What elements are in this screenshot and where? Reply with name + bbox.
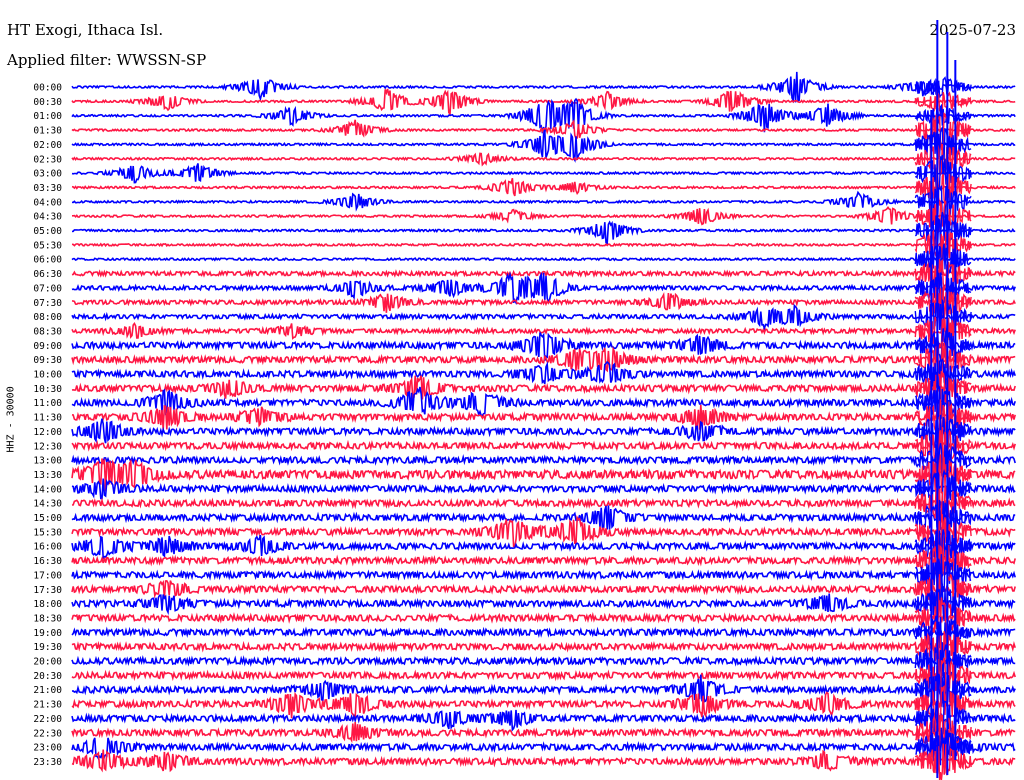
trace-row-1200 [71,418,1016,444]
time-label-0600: 06:00 [33,255,62,266]
time-label-2130: 21:30 [33,700,62,711]
trace-row-2230 [71,721,1016,744]
trace-row-0700 [71,271,1016,306]
trace-row-2130 [71,691,1016,719]
time-label-2000: 20:00 [33,657,62,668]
trace-row-1930 [71,640,1016,653]
trace-row-1430 [71,497,1016,510]
trace-row-1700 [71,568,1016,581]
time-label-1530: 15:30 [33,527,62,538]
time-label-0830: 08:30 [33,326,62,337]
time-label-2030: 20:30 [33,671,62,682]
time-label-0100: 01:00 [33,111,62,122]
time-label-1200: 12:00 [33,427,62,438]
trace-row-1100 [71,386,1016,417]
trace-row-1830 [71,611,1016,625]
trace-row-0400 [71,190,1016,212]
trace-row-2330 [71,749,1016,773]
trace-row-0800 [71,303,1016,332]
time-label-0930: 09:30 [33,355,62,366]
time-label-0430: 04:30 [33,212,62,223]
time-label-0000: 00:00 [33,83,62,94]
time-label-1400: 14:00 [33,484,62,495]
trace-row-1230 [71,439,1016,452]
time-label-0300: 03:00 [33,169,62,180]
time-label-1930: 19:30 [33,642,62,653]
large-event-trace [914,20,972,780]
time-label-0030: 00:30 [33,97,62,108]
time-label-1600: 16:00 [33,542,62,553]
time-label-0130: 01:30 [33,126,62,137]
time-label-0530: 05:30 [33,240,62,251]
trace-row-0730 [71,292,1016,313]
trace-row-0330 [71,178,1016,197]
time-label-0500: 05:00 [33,226,62,237]
trace-row-1800 [71,593,1016,616]
seismogram-traces [71,71,1016,773]
trace-row-0030 [71,88,1016,117]
trace-row-0430 [72,206,1016,226]
trace-row-1500 [71,505,1016,531]
time-label-1700: 17:00 [33,570,62,581]
time-label-1830: 18:30 [33,613,62,624]
trace-row-0230 [71,152,1016,167]
trace-row-0500 [71,220,1016,245]
time-label-0630: 06:30 [33,269,62,280]
time-label-1630: 16:30 [33,556,62,567]
trace-row-2000 [71,655,1016,667]
time-label-0230: 02:30 [33,154,62,165]
trace-row-0530 [71,242,1016,248]
time-label-0200: 02:00 [33,140,62,151]
time-label-1230: 12:30 [33,441,62,452]
time-label-1030: 10:30 [33,384,62,395]
time-label-1100: 11:00 [33,398,62,409]
time-label-1000: 10:00 [33,370,62,381]
time-label-1730: 17:30 [33,585,62,596]
time-label-2330: 23:30 [33,757,62,768]
time-tick-labels: 00:00 00:30 01:00 01:30 02:00 02:30 03:00 03:30… [33,83,62,768]
time-label-1330: 13:30 [33,470,62,481]
time-label-0400: 04:00 [33,197,62,208]
trace-row-1300 [71,453,1016,467]
time-label-1130: 11:30 [33,413,62,424]
trace-row-1600 [71,534,1016,560]
time-label-0330: 03:30 [33,183,62,194]
trace-row-1630 [71,554,1016,567]
trace-row-1000 [71,360,1016,385]
trace-row-2200 [71,709,1016,732]
trace-row-1730 [71,579,1016,599]
time-label-2300: 23:00 [33,743,62,754]
time-label-2100: 21:00 [33,685,62,696]
time-label-1900: 19:00 [33,628,62,639]
time-label-0900: 09:00 [33,341,62,352]
trace-row-1400 [71,478,1016,500]
time-label-1800: 18:00 [33,599,62,610]
trace-row-1130 [71,404,1016,431]
time-label-0730: 07:30 [33,298,62,309]
trace-row-0000 [71,71,1016,104]
time-label-0800: 08:00 [33,312,62,323]
time-label-1500: 15:00 [33,513,62,524]
trace-row-1900 [71,626,1016,639]
trace-row-2100 [71,674,1016,704]
time-label-1300: 13:00 [33,456,62,467]
trace-row-0600 [71,256,1016,262]
time-label-1430: 14:30 [33,499,62,510]
trace-row-0200 [71,130,1016,163]
time-label-2230: 22:30 [33,728,62,739]
trace-row-2030 [71,669,1016,682]
helicorder-plot: 00:00 00:30 01:00 01:30 02:00 02:30 03:00 03:30… [33,20,1016,780]
trace-row-1030 [71,375,1016,400]
trace-row-0300 [71,163,1016,184]
time-label-0700: 07:00 [33,283,62,294]
time-label-2200: 22:00 [33,714,62,725]
